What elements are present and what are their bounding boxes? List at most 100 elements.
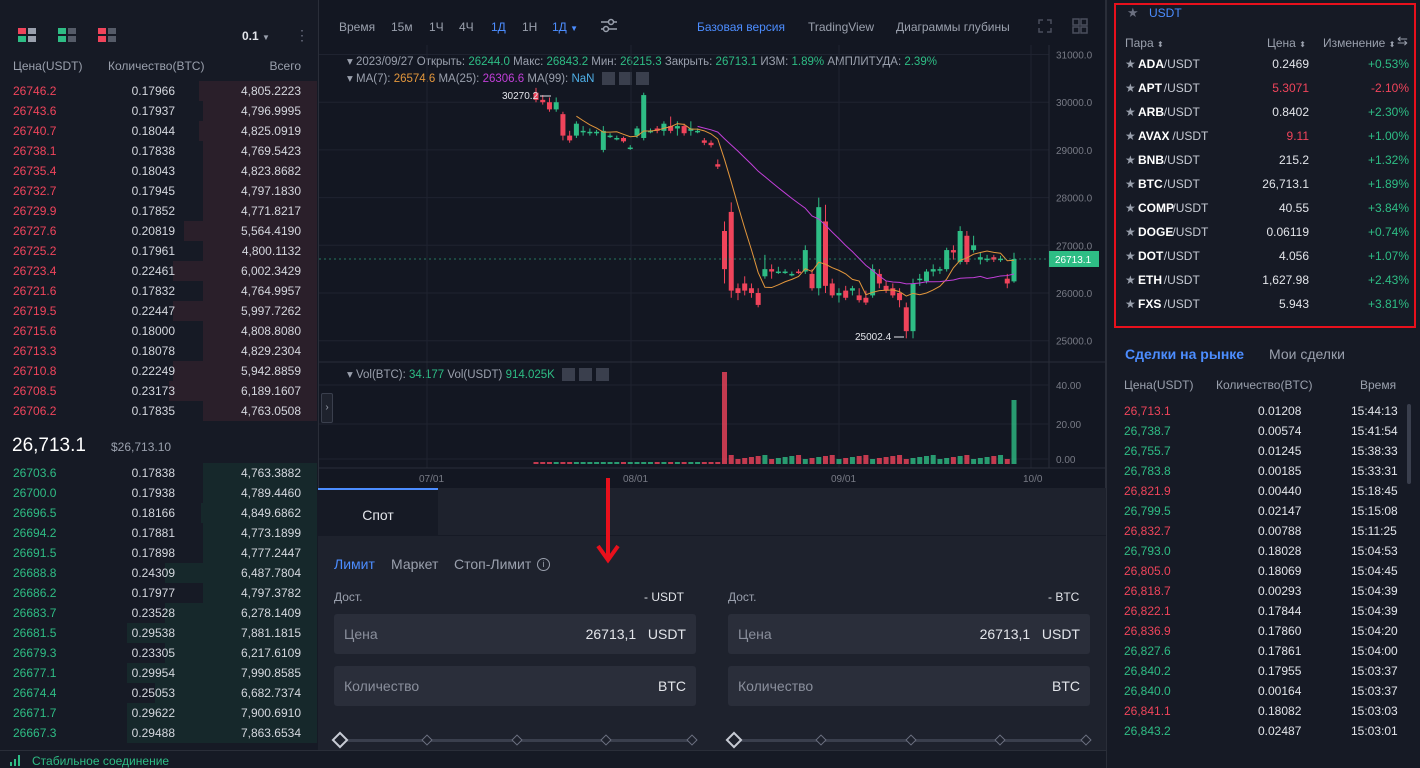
trade-qty: 0.00574: [1258, 424, 1302, 438]
trade-time: 15:04:20: [1351, 624, 1398, 638]
star-icon[interactable]: ★: [1125, 297, 1136, 311]
star-icon[interactable]: ★: [1125, 81, 1136, 95]
market-row[interactable]: ★ DOT /USDT 4.056 +1.07%: [1125, 244, 1409, 268]
buy-amount-slider[interactable]: [331, 731, 698, 749]
star-icon[interactable]: ★: [1125, 249, 1136, 263]
volume-bar: [984, 457, 990, 464]
orderbook-row[interactable]: 26740.7 0.18044 4,825.0919: [0, 121, 317, 141]
star-icon[interactable]: ★: [1125, 129, 1136, 143]
market-row[interactable]: ★ ARB /USDT 0.8402 +2.30%: [1125, 100, 1409, 124]
star-icon[interactable]: ★: [1125, 177, 1136, 191]
orderbook-row[interactable]: 26710.8 0.22249 5,942.8859: [0, 361, 317, 381]
trades-scrollbar[interactable]: [1407, 404, 1411, 484]
connection-status: Стабильное соединение: [32, 754, 170, 768]
ob-price: 26681.5: [13, 626, 57, 640]
star-icon[interactable]: ★: [1127, 5, 1139, 21]
info-icon[interactable]: i: [537, 558, 550, 571]
orderbook-row[interactable]: 26715.6 0.18000 4,808.8080: [0, 321, 317, 341]
tab-my-trades[interactable]: Мои сделки: [1269, 346, 1345, 362]
orderbook-row[interactable]: 26727.6 0.20819 5,564.4190: [0, 221, 317, 241]
orderbook-row[interactable]: 26703.6 0.17838 4,763.3882: [0, 463, 317, 483]
tab-spot[interactable]: Спот: [318, 488, 438, 536]
orderbook-row[interactable]: 26696.5 0.18166 4,849.6862: [0, 503, 317, 523]
more-icon[interactable]: ⋮: [295, 27, 309, 44]
buy-price-input[interactable]: Цена 26713,1 USDT: [334, 614, 696, 654]
order-type-stop-limit[interactable]: Стоп-Лимит: [454, 556, 531, 572]
star-icon[interactable]: ★: [1125, 201, 1136, 215]
chevron-right-icon[interactable]: ›: [321, 393, 333, 423]
market-row[interactable]: ★ ETH /USDT 1,627.98 +2.43%: [1125, 268, 1409, 292]
orderbook-row[interactable]: 26681.5 0.29538 7,881.1815: [0, 623, 317, 643]
buy-price-label: Цена: [344, 626, 378, 642]
orderbook-row[interactable]: 26700.0 0.17938 4,789.4460: [0, 483, 317, 503]
market-row[interactable]: ★ BTC /USDT 26,713.1 +1.89%: [1125, 172, 1409, 196]
orderbook-row[interactable]: 26683.7 0.23528 6,278.1409: [0, 603, 317, 623]
orderbook-row[interactable]: 26725.2 0.17961 4,800.1132: [0, 241, 317, 261]
market-row[interactable]: ★ COMP /USDT 40.55 +3.84%: [1125, 196, 1409, 220]
orderbook-row[interactable]: 26732.7 0.17945 4,797.1830: [0, 181, 317, 201]
ob-total: 7,863.6534: [240, 726, 301, 740]
market-header-change[interactable]: Изменение ⬍: [1323, 36, 1395, 50]
market-row[interactable]: ★ APT /USDT 5.3071 -2.10%: [1125, 76, 1409, 100]
swap-icon[interactable]: ⇆: [1397, 33, 1408, 49]
orderbook-row[interactable]: 26738.1 0.17838 4,769.5423: [0, 141, 317, 161]
ob-price: 26746.2: [13, 84, 57, 98]
sell-price-input[interactable]: Цена 26713,1 USDT: [728, 614, 1090, 654]
orderbook-row[interactable]: 26743.6 0.17937 4,796.9995: [0, 101, 317, 121]
candle-body: [856, 295, 862, 301]
orderbook-row[interactable]: 26674.4 0.25053 6,682.7374: [0, 683, 317, 703]
orderbook-row[interactable]: 26677.1 0.29954 7,990.8585: [0, 663, 317, 683]
order-type-market[interactable]: Маркет: [391, 556, 438, 572]
market-row[interactable]: ★ ADA /USDT 0.2469 +0.53%: [1125, 52, 1409, 76]
market-row[interactable]: ★ FXS /USDT 5.943 +3.81%: [1125, 292, 1409, 316]
volume-bar: [661, 462, 667, 464]
orderbook-row[interactable]: 26694.2 0.17881 4,773.1899: [0, 523, 317, 543]
orderbook-row[interactable]: 26735.4 0.18043 4,823.8682: [0, 161, 317, 181]
orderbook-row[interactable]: 26708.5 0.23173 6,189.1607: [0, 381, 317, 401]
market-row[interactable]: ★ DOGE /USDT 0.06119 +0.74%: [1125, 220, 1409, 244]
star-icon[interactable]: ★: [1125, 105, 1136, 119]
orderbook-row[interactable]: 26721.6 0.17832 4,764.9957: [0, 281, 317, 301]
candle-body: [829, 283, 835, 296]
orderbook-row[interactable]: 26691.5 0.17898 4,777.2447: [0, 543, 317, 563]
orderbook-row[interactable]: 26686.2 0.17977 4,797.3782: [0, 583, 317, 603]
orderbook-row[interactable]: 26719.5 0.22447 5,997.7262: [0, 301, 317, 321]
orderbook-row[interactable]: 26688.8 0.24309 6,487.7804: [0, 563, 317, 583]
orderbook-row[interactable]: 26746.2 0.17966 4,805.2223: [0, 81, 317, 101]
market-header-price[interactable]: Цена ⬍: [1267, 36, 1306, 50]
precision-select[interactable]: 0.1 ▼: [242, 29, 270, 43]
spot-order-panel: Спот Лимит Маркет Стоп-Лимит i Дост. - U…: [318, 478, 1106, 768]
orderbook-both-icon[interactable]: [18, 28, 36, 42]
trade-row: 26,841.1 0.18082 15:03:03: [1107, 701, 1420, 721]
tab-usdt[interactable]: USDT: [1149, 6, 1182, 20]
orderbook-row[interactable]: 26667.3 0.29488 7,863.6534: [0, 723, 317, 743]
ob-price: 26735.4: [13, 164, 57, 178]
sell-amount-slider[interactable]: [725, 731, 1092, 749]
orderbook-row[interactable]: 26671.7 0.29622 7,900.6910: [0, 703, 317, 723]
tab-market-trades[interactable]: Сделки на рынке: [1125, 346, 1244, 362]
star-icon[interactable]: ★: [1125, 57, 1136, 71]
volume-bar: [614, 462, 620, 464]
orderbook-bids-icon[interactable]: [58, 28, 76, 42]
star-icon[interactable]: ★: [1125, 153, 1136, 167]
orderbook-row[interactable]: 26729.9 0.17852 4,771.8217: [0, 201, 317, 221]
trade-row: 26,783.8 0.00185 15:33:31: [1107, 461, 1420, 481]
star-icon[interactable]: ★: [1125, 225, 1136, 239]
volume-bar: [937, 459, 943, 464]
candlestick-chart[interactable]: 31000.0 30000.0 29000.0 28000.0 27000.0 26000…: [319, 0, 1105, 488]
star-icon[interactable]: ★: [1125, 273, 1136, 287]
orderbook-row[interactable]: 26679.3 0.23305 6,217.6109: [0, 643, 317, 663]
market-row[interactable]: ★ AVAX /USDT 9.11 +1.00%: [1125, 124, 1409, 148]
orderbook-row[interactable]: 26706.2 0.17835 4,763.0508: [0, 401, 317, 421]
sell-qty-input[interactable]: Количество BTC: [728, 666, 1090, 706]
orderbook-asks-icon[interactable]: [98, 28, 116, 42]
order-type-limit[interactable]: Лимит: [334, 556, 375, 572]
ob-qty: 0.23173: [131, 384, 175, 398]
market-header-pair[interactable]: Пара ⬍: [1125, 36, 1164, 50]
candle-body: [809, 273, 815, 289]
orderbook-row[interactable]: 26713.3 0.18078 4,829.2304: [0, 341, 317, 361]
buy-qty-input[interactable]: Количество BTC: [334, 666, 696, 706]
ob-total: 4,797.1830: [240, 184, 301, 198]
orderbook-row[interactable]: 26723.4 0.22461 6,002.3429: [0, 261, 317, 281]
market-row[interactable]: ★ BNB /USDT 215.2 +1.32%: [1125, 148, 1409, 172]
